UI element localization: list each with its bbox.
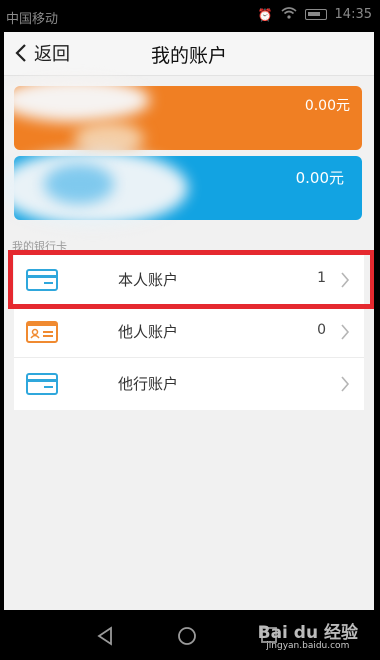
title-bar: 返回 我的账户 [4, 32, 374, 76]
id-card-icon [26, 321, 58, 343]
chevron-right-icon [341, 376, 350, 392]
bank-card-icon [26, 373, 58, 395]
redaction-blur [4, 78, 150, 122]
phone-frame: 中国移动 ⏰ 14:35 返回 我的账户 0.00元 0.00元 我的银行卡 本… [0, 0, 380, 660]
status-bar: 中国移动 ⏰ 14:35 [0, 0, 380, 32]
page-title: 我的账户 [150, 45, 227, 67]
watermark-brand: Bai du 经验 [257, 623, 358, 643]
row-label: 他人账户 [118, 323, 179, 341]
account-card-blue[interactable]: 0.00元 [4, 150, 362, 226]
alarm-icon: ⏰ [257, 7, 273, 22]
redaction-blur [44, 164, 114, 204]
highlight-box [8, 250, 374, 309]
row-label: 他行账户 [118, 375, 179, 393]
baidu-jingyan-watermark: Bai du 经验 jingyan.baidu.com [258, 618, 358, 651]
system-nav-bar: Bai du 经验 jingyan.baidu.com [0, 610, 380, 660]
home-circle-icon[interactable] [177, 626, 197, 646]
battery-icon [304, 9, 327, 20]
status-icons: ⏰ 14:35 [258, 7, 372, 22]
chevron-right-icon [341, 324, 350, 340]
carrier-name: 中国移动 [6, 12, 59, 27]
watermark-url: jingyan.baidu.com [266, 641, 350, 651]
row-count: 0 [317, 322, 326, 338]
account-card-orange[interactable]: 0.00元 [4, 78, 362, 156]
list-item-other-bank-account[interactable]: 他行账户 [14, 358, 364, 410]
wifi-icon [281, 7, 297, 22]
list-item-others-account[interactable]: 他人账户 0 [14, 306, 364, 358]
back-triangle-icon[interactable] [96, 626, 114, 646]
clock-time: 14:35 [334, 7, 372, 22]
app-screen: 返回 我的账户 0.00元 0.00元 我的银行卡 本人账户 1 他人账户 0 … [4, 32, 374, 610]
card-balance: 0.00元 [304, 98, 350, 114]
card-balance: 0.00元 [295, 169, 344, 187]
